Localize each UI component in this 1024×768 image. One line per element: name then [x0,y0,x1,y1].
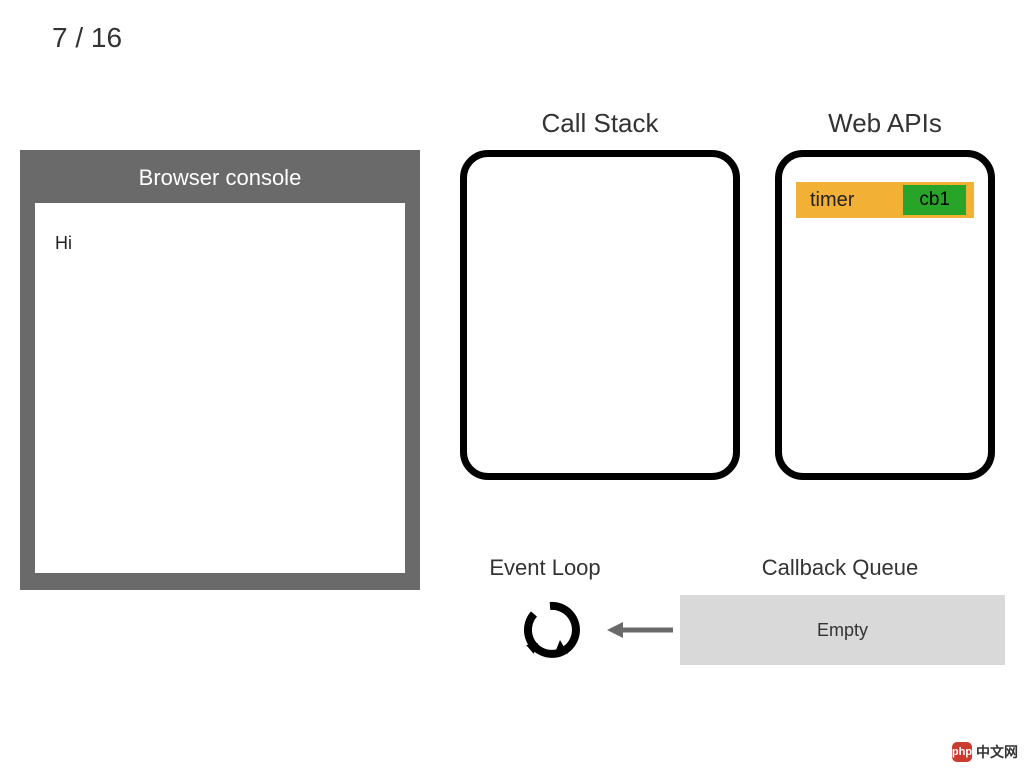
web-api-entry-label: timer [810,189,854,212]
watermark: php 中文网 [952,742,1018,762]
browser-console-title: Browser console [20,150,420,203]
web-api-entry-callback: cb1 [903,185,966,215]
browser-console-body: Hi [35,203,405,573]
call-stack-box [460,150,740,480]
callback-queue-title: Callback Queue [680,555,1000,581]
slide-counter: 7 / 16 [52,22,122,54]
console-line: Hi [55,233,385,254]
callback-queue-status: Empty [817,620,868,641]
watermark-text: 中文网 [976,742,1018,762]
browser-console-panel: Browser console Hi [20,150,420,590]
web-api-entry: timer cb1 [796,182,974,218]
web-apis-title: Web APIs [775,108,995,139]
event-loop-title: Event Loop [445,555,645,581]
watermark-logo: php [952,742,972,762]
call-stack-title: Call Stack [460,108,740,139]
callback-queue-box: Empty [680,595,1005,665]
arrow-left-icon [605,615,675,645]
event-loop-icon [520,600,580,660]
diagram-stage: 7 / 16 Browser console Hi Call Stack Web… [0,0,1024,768]
